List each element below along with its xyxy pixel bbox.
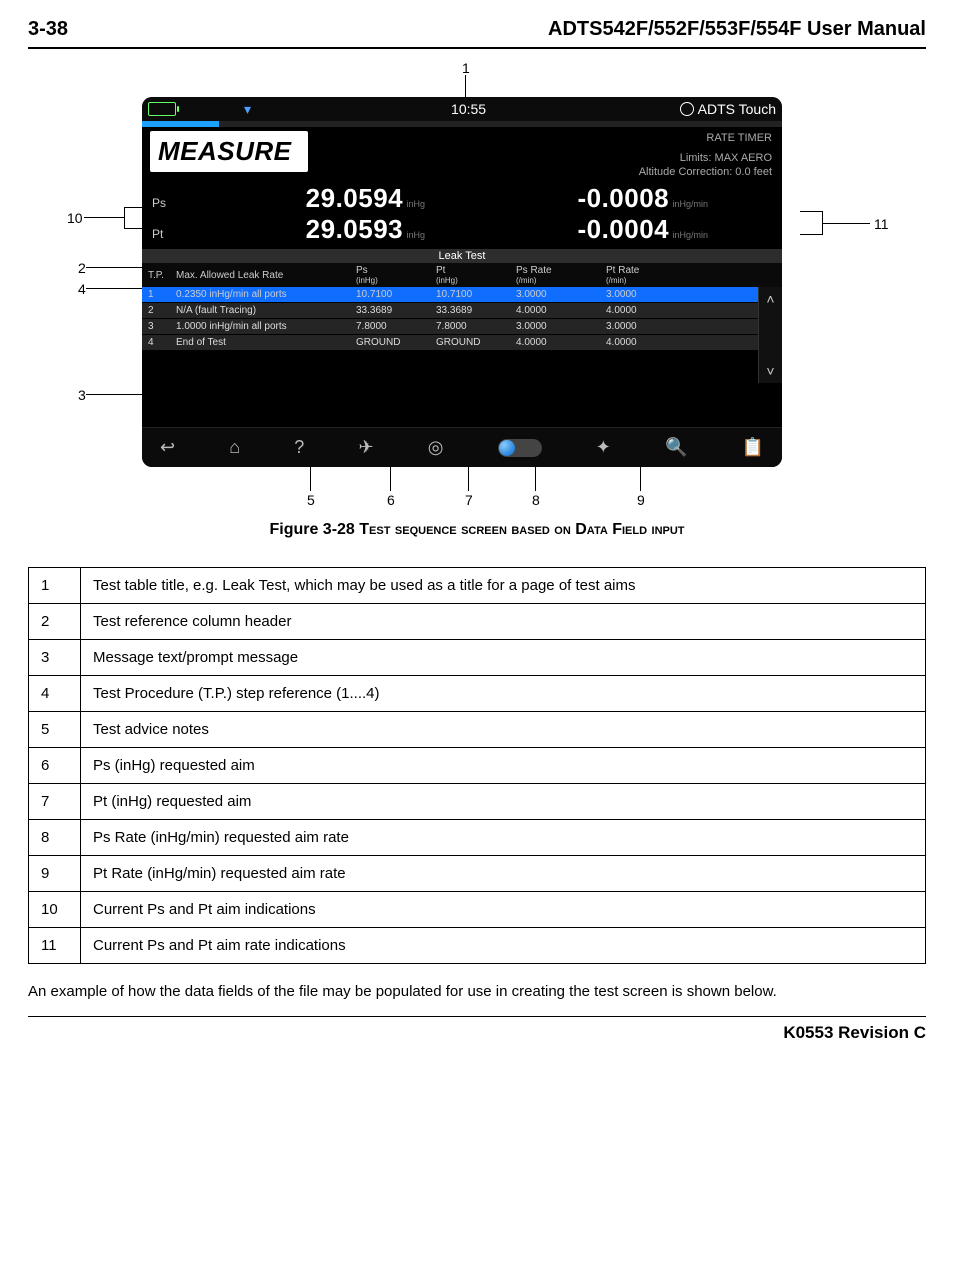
header-rule xyxy=(28,47,926,49)
altitude-correction-label: Altitude Correction: 0.0 feet xyxy=(639,165,772,179)
table-row[interactable]: 31.0000 inHg/min all ports7.80007.80003.… xyxy=(142,318,758,334)
legend-row: 1Test table title, e.g. Leak Test, which… xyxy=(29,568,926,604)
device-toolbar: ↩ ⌂ ? ✈ ◎ ✦ 🔍 📋 xyxy=(142,427,782,467)
legend-row: 5Test advice notes xyxy=(29,712,926,748)
clipboard-icon[interactable]: 📋 xyxy=(742,437,764,458)
graph-icon[interactable]: ✦ xyxy=(596,437,611,458)
callout-3: 3 xyxy=(78,388,86,402)
battery-icon xyxy=(148,102,176,116)
table-row[interactable]: 4End of TestGROUNDGROUND4.00004.0000 xyxy=(142,334,758,350)
status-bar: ▾ 10:55 ADTS Touch xyxy=(142,97,782,121)
legend-row: 6Ps (inHg) requested aim xyxy=(29,748,926,784)
callout-9: 9 xyxy=(637,493,645,507)
pt-unit: inHg xyxy=(406,230,425,240)
ge-logo-icon xyxy=(680,102,694,116)
network-icon: ▾ xyxy=(244,101,251,118)
figure-container: 1 2 3 4 5 6 7 8 9 10 11 ▾ 10:55 ADTS Tou… xyxy=(52,61,902,511)
figure-caption: Figure 3-28 Test sequence screen based o… xyxy=(28,521,926,539)
revision-label: K0553 Revision C xyxy=(783,1023,926,1043)
mode-badge: MEASURE xyxy=(150,131,308,172)
footer-rule xyxy=(28,1016,926,1017)
pt-label: Pt xyxy=(152,227,186,241)
page-number: 3-38 xyxy=(28,18,68,41)
ps-value: 29.0594 xyxy=(306,183,403,213)
legend-row: 3Message text/prompt message xyxy=(29,640,926,676)
clock: 10:55 xyxy=(451,101,486,117)
rate-timer-label[interactable]: RATE TIMER xyxy=(639,131,772,145)
legend-row: 7Pt (inHg) requested aim xyxy=(29,784,926,820)
limits-label: Limits: MAX AERO xyxy=(639,151,772,165)
callout-5: 5 xyxy=(307,493,315,507)
home-icon[interactable]: ⌂ xyxy=(229,437,240,458)
leak-table: T.P. Max. Allowed Leak Rate Ps(inHg) Pt(… xyxy=(142,263,782,383)
help-icon[interactable]: ? xyxy=(294,437,304,458)
legend-row: 10Current Ps and Pt aim indications xyxy=(29,892,926,928)
callout-6: 6 xyxy=(387,493,395,507)
col-ps: Ps(inHg) xyxy=(356,265,436,285)
inspect-icon[interactable]: 🔍 xyxy=(665,437,687,458)
ps-label: Ps xyxy=(152,196,186,210)
aircraft-icon[interactable]: ✈ xyxy=(358,437,373,458)
brand-label: ADTS Touch xyxy=(680,101,776,117)
col-tp: T.P. xyxy=(148,270,176,281)
callout-10: 10 xyxy=(67,211,83,225)
table-row[interactable]: 10.2350 inHg/min all ports10.710010.7100… xyxy=(142,287,758,302)
leak-test-title: Leak Test xyxy=(142,249,782,263)
pt-rate-unit: inHg/min xyxy=(672,230,708,240)
table-row[interactable]: 2N/A (fault Tracing)33.368933.36894.0000… xyxy=(142,302,758,318)
legend-table: 1Test table title, e.g. Leak Test, which… xyxy=(28,567,926,964)
legend-row: 2Test reference column header xyxy=(29,604,926,640)
manual-title: ADTS542F/552F/553F/554F User Manual xyxy=(548,18,926,41)
device-screenshot: ▾ 10:55 ADTS Touch MEASURE RATE TIMER Li… xyxy=(142,97,782,467)
col-psrate: Ps Rate(/min) xyxy=(516,265,606,285)
mode-toggle[interactable] xyxy=(498,439,542,457)
chevron-up-icon[interactable]: ˄ xyxy=(766,287,774,311)
legend-row: 8Ps Rate (inHg/min) requested aim rate xyxy=(29,820,926,856)
callout-1: 1 xyxy=(462,61,470,75)
legend-row: 11Current Ps and Pt aim rate indications xyxy=(29,928,926,964)
ps-rate-value: -0.0008 xyxy=(577,183,669,213)
col-ptrate: Pt Rate(/min) xyxy=(606,265,696,285)
legend-row: 9Pt Rate (inHg/min) requested aim rate xyxy=(29,856,926,892)
callout-7: 7 xyxy=(465,493,473,507)
pt-value: 29.0593 xyxy=(306,214,403,244)
ps-unit: inHg xyxy=(406,199,425,209)
callout-8: 8 xyxy=(532,493,540,507)
chevron-down-icon[interactable]: ˅ xyxy=(766,359,774,383)
table-scrollbar[interactable]: ˄ ˅ xyxy=(758,287,782,383)
col-notes: Max. Allowed Leak Rate xyxy=(176,270,356,281)
body-paragraph: An example of how the data fields of the… xyxy=(28,982,926,1002)
col-pt: Pt(inHg) xyxy=(436,265,516,285)
callout-11: 11 xyxy=(874,217,889,231)
callout-2: 2 xyxy=(78,261,86,275)
callout-4: 4 xyxy=(78,282,86,296)
target-icon[interactable]: ◎ xyxy=(428,437,444,458)
pt-rate-value: -0.0004 xyxy=(577,214,669,244)
back-icon[interactable]: ↩ xyxy=(160,437,175,458)
ps-rate-unit: inHg/min xyxy=(672,199,708,209)
legend-row: 4Test Procedure (T.P.) step reference (1… xyxy=(29,676,926,712)
